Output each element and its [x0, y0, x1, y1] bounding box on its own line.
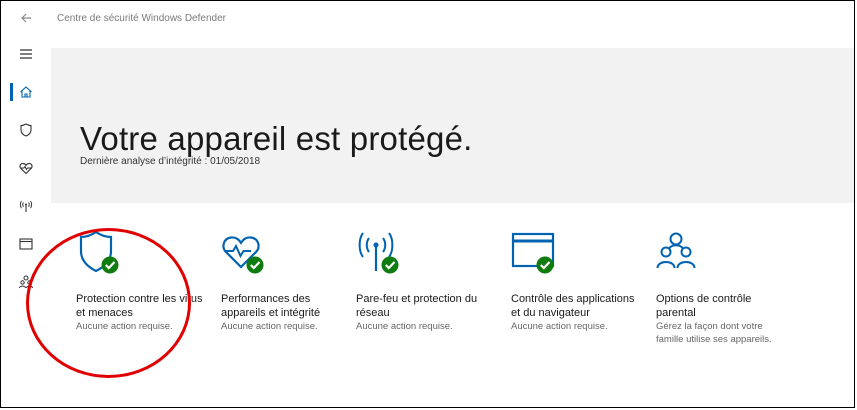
tile-title: Performances des appareils et intégrité	[221, 293, 321, 319]
antenna-icon	[19, 200, 33, 212]
tile-status: Aucune action requise.	[76, 321, 173, 332]
tile-text: Performances des appareils et intégrité …	[221, 292, 351, 333]
page-title: Votre appareil est protégé.	[80, 120, 473, 158]
nav-virus-protection[interactable]	[1, 111, 51, 149]
nav-menu[interactable]	[1, 35, 51, 73]
heart-check-icon	[222, 236, 264, 274]
antenna-check-icon	[358, 232, 399, 274]
tile-title: Contrôle des applications et du navigate…	[511, 293, 635, 319]
tile-status: Aucune action requise.	[356, 321, 453, 332]
nav-app-browser[interactable]	[1, 225, 51, 263]
tile-text: Options de contrôle parental Gérez la fa…	[656, 292, 786, 346]
back-arrow-icon	[21, 13, 31, 23]
shield-check-icon	[79, 230, 119, 274]
tile-title: Pare-feu et protection du réseau	[356, 293, 478, 319]
tile-text: Pare-feu et protection du réseau Aucune …	[356, 292, 486, 333]
heart-icon	[19, 162, 33, 175]
tile-title: Protection contre les virus et menaces	[76, 293, 203, 319]
nav-device-performance[interactable]	[1, 149, 51, 187]
tile-status: Aucune action requise.	[511, 321, 608, 332]
nav-family[interactable]	[1, 263, 51, 301]
tile-status: Gérez la façon dont votre famille utilis…	[656, 321, 772, 345]
browser-icon	[19, 238, 33, 250]
menu-icon	[20, 49, 32, 59]
side-nav	[1, 35, 51, 407]
back-button[interactable]	[1, 1, 51, 35]
tile-text: Contrôle des applications et du navigate…	[511, 292, 641, 333]
shield-icon	[20, 123, 32, 137]
tile-text: Protection contre les virus et menaces A…	[76, 292, 206, 333]
nav-firewall[interactable]	[1, 187, 51, 225]
tile-title: Options de contrôle parental	[656, 293, 752, 319]
app-window: Centre de sécurité Windows Defender Votr…	[0, 0, 855, 408]
tile-status: Aucune action requise.	[221, 321, 318, 332]
status-banner: Votre appareil est protégé. Dernière ana…	[51, 48, 854, 203]
home-icon	[20, 86, 32, 98]
last-scan-text: Dernière analyse d’intégrité : 01/05/201…	[80, 156, 261, 167]
browser-check-icon	[511, 232, 555, 274]
title-bar: Centre de sécurité Windows Defender	[1, 1, 854, 35]
family-icon	[656, 232, 696, 269]
app-title: Centre de sécurité Windows Defender	[57, 12, 226, 24]
nav-home[interactable]	[1, 73, 51, 111]
family-icon	[19, 275, 33, 289]
